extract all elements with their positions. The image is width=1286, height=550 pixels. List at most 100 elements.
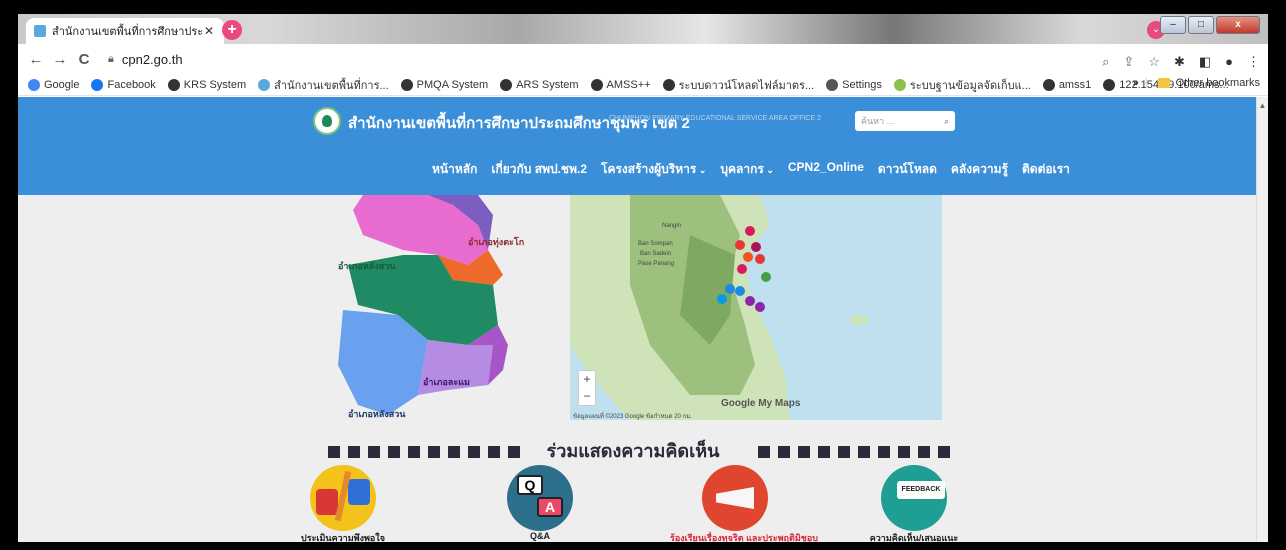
forward-button[interactable]: → [48,51,72,68]
bookmarks-right: » | Other bookmarks [1133,77,1260,89]
banner-square [368,446,380,458]
reload-button[interactable]: C [72,51,96,68]
feedback-cards: ประเมินความพึงพอใจ Q A Q&A ร้องเรียนเรื่… [18,465,1256,542]
banner-square [348,446,360,458]
extensions-icon[interactable]: ✱ [1174,54,1185,70]
globe-icon [1103,78,1116,91]
bookmark-item[interactable]: สำนักงานเขตพื้นที่การ... [258,76,389,94]
browser-tab[interactable]: สำนักงานเขตพื้นที่การศึกษาประถมศึกษ ✕ [26,18,224,44]
address-bar[interactable]: 🔒︎ cpn2.go.th ⌕ ⇪ ☆ ✱ ◧ ● ⋮ [108,48,1268,70]
banner-square [428,446,440,458]
map-zoom-control[interactable]: + − [578,370,596,406]
minimize-button[interactable]: – [1160,16,1186,34]
toolbar-icons: ⌕ ⇪ ☆ ✱ ◧ ● ⋮ [1102,54,1260,70]
map-place: Nangin [662,223,681,229]
google-map[interactable]: Nangin Ban Sompan Ban Sadein Pase Panang [570,195,942,420]
banner-squares [328,446,520,458]
site-favicon-icon [34,25,46,37]
browser-toolbar: ← → C 🔒︎ cpn2.go.th ⌕ ⇪ ☆ ✱ ◧ ● ⋮ [18,44,1268,74]
browser-window: สำนักงานเขตพื้นที่การศึกษาประถมศึกษ ✕ + … [18,14,1268,542]
tab-strip: สำนักงานเขตพื้นที่การศึกษาประถมศึกษ ✕ + … [18,14,1268,44]
q-bubble: Q [517,475,543,495]
map-canvas: Nangin Ban Sompan Ban Sadein Pase Panang [570,195,870,420]
maximize-button[interactable]: □ [1188,16,1214,34]
site-icon [258,78,271,91]
page-scrollbar[interactable]: ▲ [1256,97,1268,542]
menu-kebab-icon[interactable]: ⋮ [1247,54,1260,70]
side-panel-icon[interactable]: ◧ [1199,54,1211,70]
bookmark-item[interactable]: Facebook [91,78,156,91]
menu-item[interactable]: เกี่ยวกับ สพป.ชพ.2 [491,160,587,179]
map-attribution: ข้อมูลแผนที่ ©2023 Google ข้อกำหนด 20 กม… [573,414,692,420]
map-label: อำเภอหลังสวน [348,409,406,419]
globe-icon [590,78,603,91]
banner-square [328,446,340,458]
new-tab-button[interactable]: + [222,20,242,40]
scroll-up-icon[interactable]: ▲ [1257,101,1268,110]
banner-square [778,446,790,458]
tab-close-icon[interactable]: ✕ [202,24,216,38]
share-icon[interactable]: ⇪ [1123,54,1134,70]
bookmark-label: AMSS++ [606,78,651,91]
banner-square [878,446,890,458]
card-label: ร้องเรียนเรื่องทุจริต และประพฤติมิชอบ [670,533,818,542]
survey-card[interactable]: ประเมินความพึงพอใจ [278,465,408,542]
map-label: อำเภอทุ่งตะโก [468,236,524,248]
bookmark-label: KRS System [183,78,247,91]
divider: | [1144,77,1148,89]
menu-item[interactable]: บุคลากร [720,160,774,179]
card-label: ความคิดเห็น/เสนอแนะ [869,533,959,542]
map-label: อำเภอละแม [423,377,470,387]
complaint-card[interactable]: ร้องเรียนเรื่องทุจริต และประพฤติมิชอบ [670,465,818,542]
menu-item[interactable]: หน้าหลัก [432,160,477,179]
banner-squares [758,446,950,458]
globe-icon [500,78,513,91]
banner-square [858,446,870,458]
bookmark-item[interactable]: Settings [826,78,882,91]
bookmark-item[interactable]: ระบบฐานข้อมูลจัดเก็บแ... [893,76,1031,94]
qa-icon: Q A [507,465,573,531]
zoom-icon[interactable]: ⌕ [1102,54,1109,70]
district-map: อำเภอทุ่งตะโก อำเภอหลังสวน อำเภอละแม อำเ… [338,195,524,419]
qa-card[interactable]: Q A Q&A [475,465,605,541]
banner-square [488,446,500,458]
bookmark-item[interactable]: ARS System [500,78,579,91]
gear-icon [826,78,839,91]
zoom-out-button[interactable]: − [579,388,595,405]
menu-item[interactable]: คลังความรู้ [951,160,1008,179]
back-button[interactable]: ← [24,51,48,68]
feedback-card[interactable]: FEEDBACK ความคิดเห็น/เสนอแนะ [849,465,979,542]
card-label: Q&A [530,531,550,541]
star-icon[interactable]: ☆ [1148,54,1160,70]
bookmark-item[interactable]: ระบบดาวน์โหลดไฟล์มาตร... [662,76,814,94]
url-text: cpn2.go.th [121,51,183,67]
banner-square [448,446,460,458]
bookmark-label: PMQA System [416,78,489,91]
window-controls: – □ x [1160,16,1260,34]
bookmark-item[interactable]: Google [28,78,79,91]
site-logo[interactable] [313,107,341,135]
banner-square [408,446,420,458]
menu-item[interactable]: ดาวน์โหลด [878,160,937,179]
search-input[interactable]: ค้นหา ... ⌕ [855,111,955,131]
menu-item[interactable]: ติดต่อเรา [1022,160,1070,179]
thumbs-icon [310,465,376,531]
map-label: อำเภอหลังสวน [338,261,396,271]
bookmark-label: amss1 [1058,78,1092,91]
other-bookmarks-button[interactable]: Other bookmarks [1176,77,1260,89]
bookmarks-overflow-button[interactable]: » [1133,77,1139,89]
menu-item[interactable]: โครงสร้างผู้บริหาร [601,160,706,179]
avatar[interactable]: ● [1225,54,1233,70]
search-icon[interactable]: ⌕ [944,116,949,127]
bookmark-item[interactable]: AMSS++ [590,78,651,91]
bookmark-label: ระบบฐานข้อมูลจัดเก็บแ... [909,79,1031,92]
zoom-in-button[interactable]: + [579,371,595,388]
tab-title: สำนักงานเขตพื้นที่การศึกษาประถมศึกษ [52,26,202,38]
menu-item[interactable]: CPN2_Online [788,160,864,179]
bookmark-item[interactable]: KRS System [167,78,247,91]
bookmark-item[interactable]: PMQA System [400,78,489,91]
close-window-button[interactable]: x [1216,16,1260,34]
map-place: Ban Sompan [638,241,673,247]
bookmark-item[interactable]: amss1 [1042,78,1092,91]
banner-square [838,446,850,458]
